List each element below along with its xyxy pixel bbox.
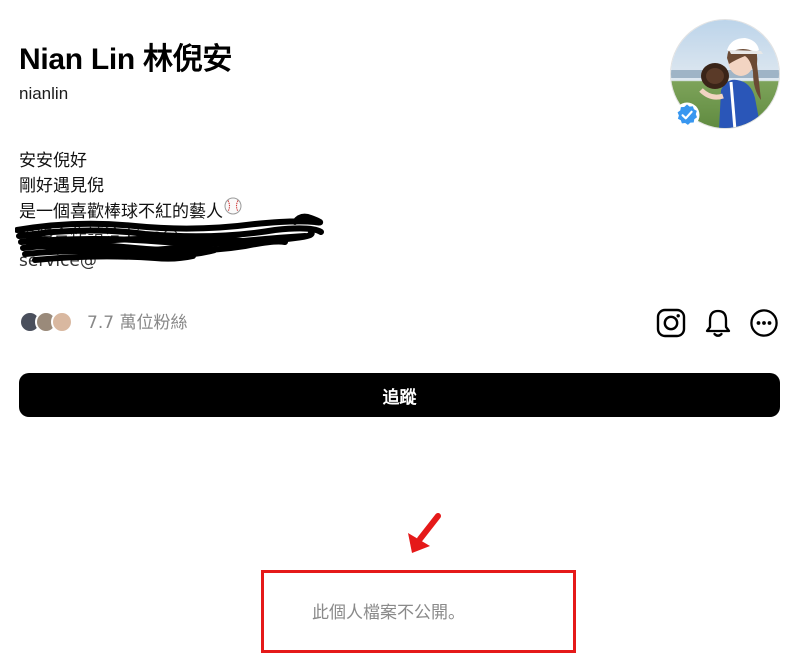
redacted-contact-info: 聯絡合作請洽 Line@ service@: [15, 213, 359, 274]
private-profile-notice: 此個人檔案不公開。: [312, 603, 465, 623]
bell-icon[interactable]: [702, 307, 734, 339]
verified-badge-icon: [674, 102, 700, 128]
more-options-icon[interactable]: [748, 307, 780, 339]
follow-button[interactable]: 追蹤: [19, 373, 780, 417]
social-row: 7.7 萬位粉絲: [19, 307, 781, 339]
display-name: Nian Lin 林倪安: [19, 43, 233, 76]
redaction-scribble: [15, 213, 324, 263]
instagram-icon[interactable]: [655, 307, 687, 339]
follower-count[interactable]: 7.7 萬位粉絲: [87, 312, 187, 334]
follower-avatar: [51, 311, 73, 333]
bio: 安安倪好 剛好遇見倪 是一個喜歡棒球不紅的藝人 聯絡合作請洽 Line@ ser…: [15, 149, 359, 274]
annotation-arrow-icon: [408, 513, 441, 553]
profile-header: Nian Lin 林倪安 nianlin: [19, 40, 659, 105]
username: nianlin: [19, 84, 69, 103]
profile-avatar-container[interactable]: [670, 19, 780, 129]
bio-line: 安安倪好: [19, 151, 87, 171]
follower-avatars[interactable]: [19, 311, 81, 335]
